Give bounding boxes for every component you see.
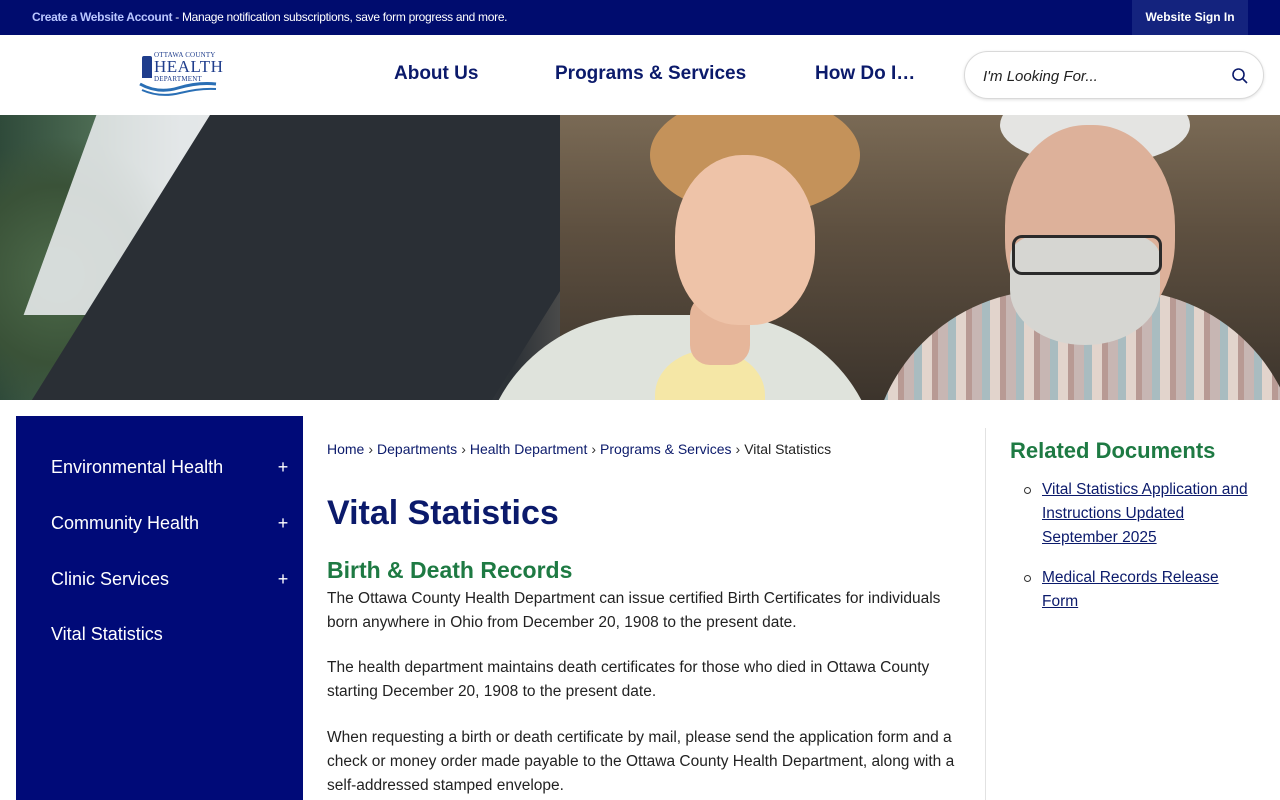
sidebar-item-clinic-services[interactable]: Clinic Services + <box>16 551 303 607</box>
expand-plus-icon[interactable]: + <box>274 495 292 551</box>
document-link-medical-records-release[interactable]: Medical Records Release Form <box>1042 569 1219 610</box>
website-sign-in-button[interactable]: Website Sign In <box>1132 0 1248 35</box>
nav-programs-services[interactable]: Programs & Services <box>555 63 746 85</box>
account-message: Create a Website Account - Manage notifi… <box>32 10 508 24</box>
column-divider <box>985 428 986 800</box>
account-message-text: - Manage notification subscriptions, sav… <box>172 10 508 24</box>
document-link-vital-statistics-application[interactable]: Vital Statistics Application and Instruc… <box>1042 481 1248 546</box>
section-title: Birth & Death Records <box>327 557 573 583</box>
sidebar-nav: Environmental Health + Community Health … <box>16 416 303 800</box>
breadcrumb-separator: › <box>368 441 374 457</box>
nav-about-us[interactable]: About Us <box>394 63 478 85</box>
sidebar-item-vital-statistics[interactable]: Vital Statistics <box>16 606 303 662</box>
sidebar-item-community-health[interactable]: Community Health + <box>16 495 303 551</box>
list-item: Vital Statistics Application and Instruc… <box>1024 478 1254 550</box>
breadcrumb-programs-services[interactable]: Programs & Services <box>600 441 731 457</box>
sidebar-item-label: Vital Statistics <box>51 624 163 644</box>
health-department-logo[interactable]: OTTAWA COUNTY HEALTH DEPARTMENT <box>138 50 224 100</box>
breadcrumb: Home › Departments › Health Department › Progr… <box>327 441 831 457</box>
paragraph-mail-requests: When requesting a birth or death certifi… <box>327 729 955 794</box>
create-account-link[interactable]: Create a Website Account <box>32 10 172 24</box>
utility-bar: Create a Website Account - Manage notifi… <box>0 0 1280 35</box>
search-box <box>964 51 1264 99</box>
paragraph-death-certificates: The health department maintains death ce… <box>327 659 930 700</box>
list-item: Medical Records Release Form <box>1024 566 1254 614</box>
bullet-icon <box>1024 575 1031 582</box>
breadcrumb-current: Vital Statistics <box>744 441 832 457</box>
nav-how-do-i[interactable]: How Do I… <box>815 63 915 85</box>
search-input[interactable] <box>983 64 1213 88</box>
sidebar-item-environmental-health[interactable]: Environmental Health + <box>16 439 303 495</box>
site-header: OTTAWA COUNTY HEALTH DEPARTMENT About Us… <box>0 35 1280 115</box>
related-documents-title: Related Documents <box>1010 438 1216 463</box>
sidebar-item-label: Community Health <box>51 513 200 533</box>
related-documents-list: Vital Statistics Application and Instruc… <box>1024 478 1254 630</box>
sidebar-item-label: Environmental Health <box>51 457 224 477</box>
breadcrumb-separator: › <box>591 441 597 457</box>
breadcrumb-separator: › <box>735 441 741 457</box>
breadcrumb-departments[interactable]: Departments <box>377 441 457 457</box>
breadcrumb-health-department[interactable]: Health Department <box>470 441 588 457</box>
search-icon[interactable] <box>1231 67 1249 85</box>
hero-banner-image <box>0 115 1280 400</box>
breadcrumb-separator: › <box>461 441 466 457</box>
logo-line-2: HEALTH <box>154 57 224 76</box>
waves-icon <box>139 82 217 96</box>
bullet-icon <box>1024 487 1031 494</box>
expand-plus-icon[interactable]: + <box>274 551 292 607</box>
sidebar-item-label: Clinic Services <box>51 569 170 589</box>
lighthouse-icon <box>142 56 152 78</box>
page-title: Vital Statistics <box>327 494 559 532</box>
paragraph-birth-certificates: The Ottawa County Health Department can … <box>327 590 941 631</box>
breadcrumb-home[interactable]: Home <box>327 441 364 457</box>
expand-plus-icon[interactable]: + <box>274 439 292 495</box>
